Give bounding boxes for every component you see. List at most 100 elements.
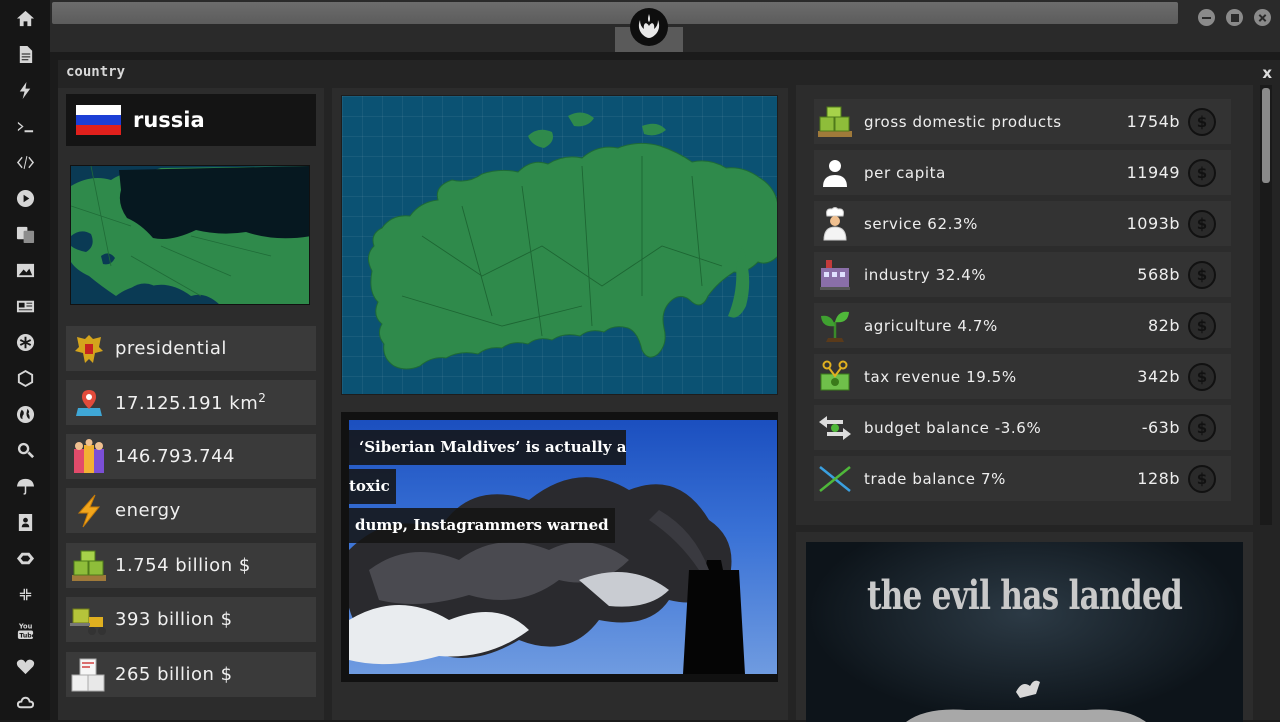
window-title: country bbox=[66, 64, 126, 80]
country-header: russia bbox=[66, 94, 316, 146]
svg-text:Tube: Tube bbox=[19, 632, 35, 639]
svg-text:You: You bbox=[17, 622, 32, 630]
russia-flag-icon bbox=[76, 105, 121, 135]
export-value: 265 billion $ bbox=[115, 664, 233, 685]
terminal-icon[interactable] bbox=[0, 111, 50, 141]
minimize-button[interactable] bbox=[1198, 9, 1215, 26]
stat-row-trade-balance: trade balance 7% 128b $ bbox=[814, 456, 1231, 501]
stat-label: budget balance -3.6% bbox=[864, 418, 1042, 437]
stat-label: per capita bbox=[864, 163, 946, 182]
budget-value: 393 billion $ bbox=[115, 609, 233, 630]
logo-tab[interactable] bbox=[615, 0, 683, 52]
ad-panel: the evil has landed bbox=[796, 532, 1253, 722]
dollar-button[interactable]: $ bbox=[1188, 413, 1216, 442]
globe-icon[interactable] bbox=[0, 399, 50, 429]
search-icon[interactable] bbox=[0, 435, 50, 465]
money-pallet-icon bbox=[68, 546, 110, 586]
stat-value: 1093b bbox=[1126, 214, 1180, 233]
stat-label: industry 32.4% bbox=[864, 265, 987, 284]
map-news-panel: ‘Siberian Maldives’ is actually a toxic … bbox=[332, 88, 788, 720]
trade-cross-icon bbox=[814, 459, 856, 499]
budget-row: 393 billion $ bbox=[66, 597, 316, 642]
country-map[interactable] bbox=[341, 95, 778, 395]
image-icon[interactable] bbox=[0, 255, 50, 285]
stat-row-budget-balance: budget balance -3.6% -63b $ bbox=[814, 405, 1231, 450]
bolt-icon[interactable] bbox=[0, 75, 50, 105]
contact-icon[interactable] bbox=[0, 507, 50, 537]
close-window-button[interactable] bbox=[1254, 9, 1271, 26]
stat-value: -63b bbox=[1141, 418, 1180, 437]
stat-value: 11949 bbox=[1126, 163, 1180, 182]
play-icon[interactable] bbox=[0, 183, 50, 213]
cash-scissors-icon bbox=[814, 357, 856, 397]
stat-row-agriculture: agriculture 4.7% 82b $ bbox=[814, 303, 1231, 348]
news-card[interactable]: ‘Siberian Maldives’ is actually a toxic … bbox=[341, 412, 778, 682]
ad-banner[interactable]: the evil has landed bbox=[806, 542, 1243, 722]
news-photo: ‘Siberian Maldives’ is actually a toxic … bbox=[349, 420, 777, 674]
balance-arrows-icon bbox=[814, 408, 856, 448]
code-icon[interactable] bbox=[0, 147, 50, 177]
person-icon bbox=[814, 153, 856, 193]
country-name: russia bbox=[133, 108, 205, 132]
stat-row-per-capita: per capita 11949 $ bbox=[814, 150, 1231, 195]
map-pin-icon bbox=[68, 383, 110, 423]
stat-label: tax revenue 19.5% bbox=[864, 367, 1017, 386]
youtube-icon[interactable]: You Tube bbox=[0, 615, 50, 645]
gdp-value: 1.754 billion $ bbox=[115, 555, 251, 576]
government-type: presidential bbox=[115, 338, 227, 359]
news-headline-line2: dump, Instagrammers warned bbox=[349, 508, 615, 543]
dollar-button[interactable]: $ bbox=[1188, 209, 1216, 238]
stat-label: agriculture 4.7% bbox=[864, 316, 998, 335]
cloud-icon[interactable] bbox=[0, 687, 50, 717]
government-row: presidential bbox=[66, 326, 316, 371]
umbrella-icon[interactable] bbox=[0, 471, 50, 501]
stat-value: 342b bbox=[1137, 367, 1180, 386]
main-sector: energy bbox=[115, 500, 181, 521]
location-mini-map[interactable] bbox=[70, 165, 310, 305]
chef-icon bbox=[814, 204, 856, 244]
main-sector-row: energy bbox=[66, 488, 316, 533]
heart-icon[interactable] bbox=[0, 651, 50, 681]
document-icon[interactable] bbox=[0, 39, 50, 69]
close-icon[interactable]: x bbox=[1262, 64, 1272, 82]
news-headline: ‘Siberian Maldives’ is actually a toxic … bbox=[349, 428, 669, 545]
factory-icon bbox=[814, 255, 856, 295]
rebel-alliance-logo-icon bbox=[630, 8, 668, 46]
area-unit-exponent: 2 bbox=[258, 391, 267, 405]
translate-icon[interactable] bbox=[0, 219, 50, 249]
country-summary-panel: russia presidential 17.125.191 km2 146.7… bbox=[58, 88, 324, 720]
stat-label: trade balance 7% bbox=[864, 469, 1006, 488]
stat-value: 1754b bbox=[1126, 112, 1180, 131]
news-icon[interactable] bbox=[0, 291, 50, 321]
shrink-icon[interactable] bbox=[0, 579, 50, 609]
economy-stats-panel: gross domestic products 1754b $ per capi… bbox=[796, 85, 1253, 525]
stat-value: 128b bbox=[1137, 469, 1180, 488]
home-icon[interactable] bbox=[0, 3, 50, 33]
export-row: 265 billion $ bbox=[66, 652, 316, 697]
dollar-button[interactable]: $ bbox=[1188, 260, 1216, 289]
population-value: 146.793.744 bbox=[115, 446, 236, 467]
coat-of-arms-icon bbox=[68, 329, 110, 369]
scrollbar-thumb[interactable] bbox=[1262, 88, 1270, 183]
stat-value: 568b bbox=[1137, 265, 1180, 284]
dollar-button[interactable]: $ bbox=[1188, 362, 1216, 391]
hexagon-icon[interactable] bbox=[0, 363, 50, 393]
money-stack-icon bbox=[814, 102, 856, 142]
energy-bolt-icon bbox=[68, 491, 110, 531]
gdp-row: 1.754 billion $ bbox=[66, 543, 316, 588]
stat-row-tax-revenue: tax revenue 19.5% 342b $ bbox=[814, 354, 1231, 399]
maximize-button[interactable] bbox=[1226, 9, 1243, 26]
tag-icon[interactable] bbox=[0, 543, 50, 573]
population-row: 146.793.744 bbox=[66, 434, 316, 479]
news-headline-line1: ‘Siberian Maldives’ is actually a toxic bbox=[349, 430, 627, 504]
dollar-button[interactable]: $ bbox=[1188, 107, 1216, 136]
dollar-button[interactable]: $ bbox=[1188, 311, 1216, 340]
dollar-button[interactable]: $ bbox=[1188, 464, 1216, 493]
population-group-icon bbox=[68, 437, 110, 477]
area-row: 17.125.191 km2 bbox=[66, 380, 316, 425]
asterisk-icon[interactable] bbox=[0, 327, 50, 357]
app-sidebar: You Tube bbox=[0, 0, 50, 720]
forklift-money-icon bbox=[68, 600, 110, 640]
area-value: 17.125.191 km2 bbox=[115, 391, 266, 414]
dollar-button[interactable]: $ bbox=[1188, 158, 1216, 187]
